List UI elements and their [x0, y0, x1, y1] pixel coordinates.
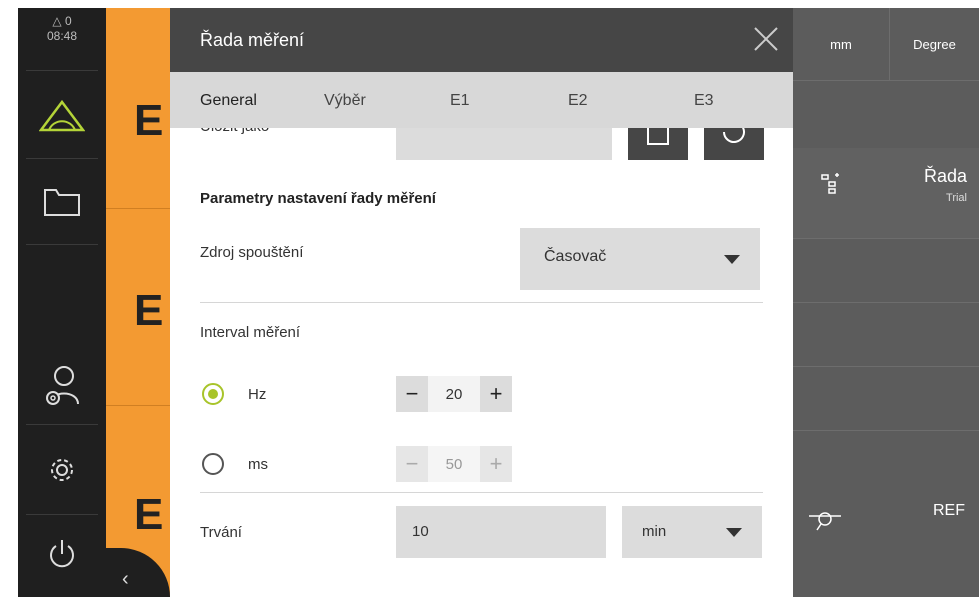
user-settings-icon — [46, 366, 79, 405]
duration-input[interactable]: 10 — [396, 506, 606, 558]
hz-stepper: − 20 + — [396, 376, 512, 412]
bg-label-e1: E — [134, 96, 164, 145]
tab-e2[interactable]: E2 — [568, 92, 588, 110]
ms-label: ms — [248, 456, 268, 473]
measure-triangle-icon — [39, 99, 85, 132]
dialog-content: Uložit jako Parametry nastavení řady měř… — [170, 108, 793, 597]
bg-label-e2: E — [134, 286, 164, 335]
radio-ms[interactable] — [202, 453, 224, 475]
sidebar-item-files[interactable] — [18, 160, 106, 244]
tab-general[interactable]: General — [200, 92, 257, 110]
section-title: Parametry nastavení řady měření — [200, 190, 436, 207]
ms-value[interactable]: 50 — [428, 446, 480, 482]
hz-increment-button[interactable]: + — [480, 376, 512, 412]
folder-icon — [44, 189, 80, 216]
bg-label-e3: E — [134, 490, 164, 539]
hz-value[interactable]: 20 — [428, 376, 480, 412]
status-area: △ 0 08:48 — [18, 8, 106, 66]
trigger-select-value: Časovač — [544, 248, 607, 265]
chevron-down-icon — [726, 528, 742, 537]
right-panel-background: mm Degree Řada Trial REF — [793, 8, 979, 597]
radio-hz[interactable] — [202, 383, 224, 405]
chevron-left-icon: ‹ — [122, 568, 129, 590]
unit-angle-button[interactable]: Degree — [890, 8, 979, 80]
sidebar-item-measure[interactable] — [18, 74, 106, 158]
warning-triangle-icon: △ — [52, 14, 62, 28]
trigger-select[interactable]: Časovač — [520, 228, 760, 290]
sidebar-item-user[interactable] — [18, 348, 106, 424]
duration-unit-value: min — [642, 523, 667, 540]
dialog-tabs: General Výběr E1 E2 E3 — [170, 72, 793, 128]
ms-stepper: − 50 + — [396, 446, 512, 482]
dialog-header: Řada měření — [170, 8, 793, 72]
warning-count: 0 — [64, 14, 72, 28]
tab-e1[interactable]: E1 — [450, 92, 470, 110]
power-icon — [50, 540, 74, 568]
warning-counter[interactable]: △ 0 — [18, 14, 106, 29]
tab-e3[interactable]: E3 — [694, 92, 714, 110]
ms-increment-button[interactable]: + — [480, 446, 512, 482]
ref-label: REF — [933, 502, 965, 519]
series-panel[interactable]: Řada Trial — [793, 148, 979, 238]
series-icon — [821, 173, 839, 194]
sidebar-item-power[interactable] — [18, 518, 106, 590]
hz-decrement-button[interactable]: − — [396, 376, 428, 412]
hz-label: Hz — [248, 386, 267, 403]
ms-decrement-button[interactable]: − — [396, 446, 428, 482]
measurement-series-dialog: Řada měření General Výběr E1 E2 E3 Uloži… — [170, 8, 793, 597]
settings-icon — [51, 459, 73, 481]
reference-search-icon — [809, 512, 841, 531]
duration-unit-select[interactable]: min — [622, 506, 762, 558]
main-sidebar: △ 0 08:48 — [18, 8, 106, 597]
measurement-panel-background: E E E — [106, 8, 170, 597]
ref-panel[interactable]: REF — [793, 488, 979, 568]
unit-length-button[interactable]: mm — [793, 8, 889, 80]
dialog-title: Řada měření — [200, 30, 305, 50]
close-icon[interactable] — [753, 26, 779, 52]
series-title: Řada — [923, 166, 967, 186]
sidebar-item-settings[interactable] — [18, 428, 106, 512]
series-subtitle: Trial — [946, 192, 967, 204]
tab-selection[interactable]: Výběr — [324, 92, 366, 110]
chevron-down-icon — [724, 255, 740, 264]
trigger-label: Zdroj spouštění — [200, 244, 304, 261]
interval-label: Interval měření — [200, 324, 301, 341]
clock: 08:48 — [46, 29, 78, 43]
duration-label: Trvání — [200, 524, 242, 541]
duration-value: 10 — [412, 523, 429, 540]
